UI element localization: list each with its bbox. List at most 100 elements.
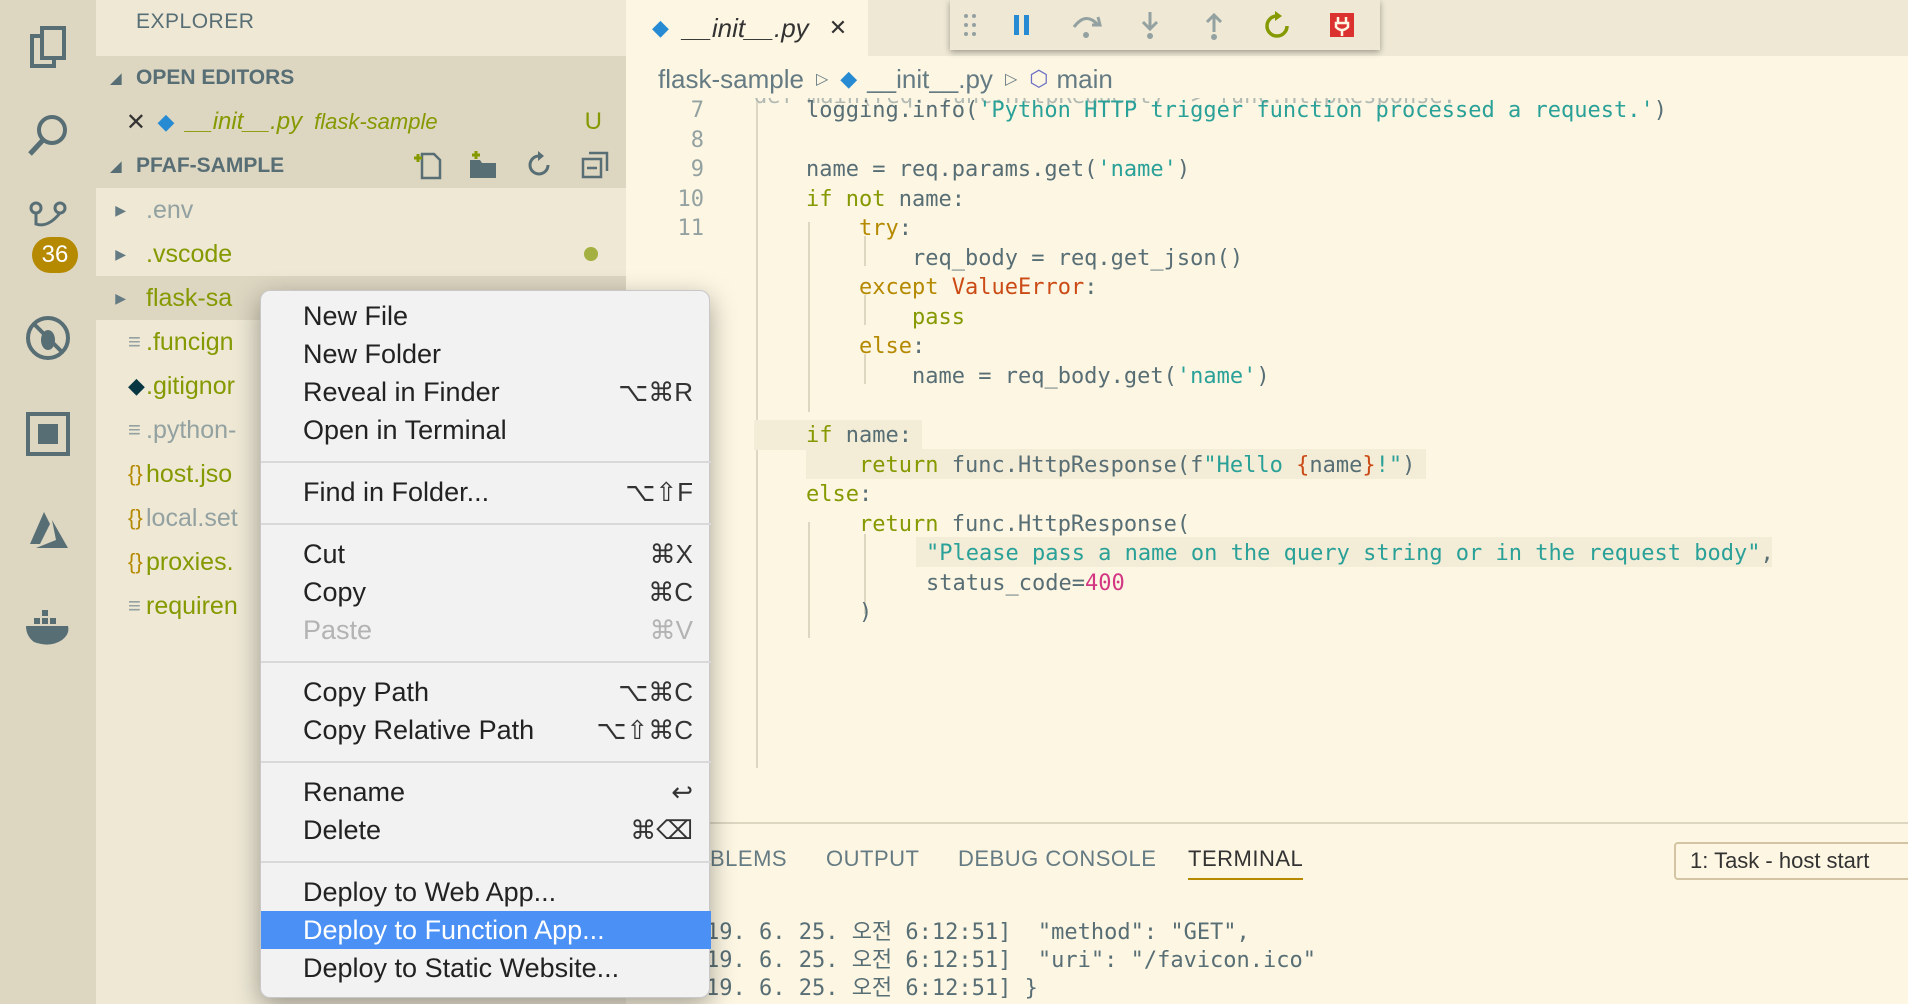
step-out-icon[interactable] [1182, 0, 1246, 50]
open-editors-header[interactable]: ◢ OPEN EDITORS [96, 56, 626, 100]
breadcrumb-file[interactable]: __init__.py [867, 64, 993, 95]
python-file-icon: ◆ [840, 66, 858, 91]
menu-item-rename[interactable]: Rename ↩ [261, 773, 711, 811]
menu-separator [261, 661, 711, 663]
menu-item-cut[interactable]: Cut ⌘X [261, 535, 711, 573]
code-line: return func.HttpResponse(f"Hello {name}!… [859, 453, 1416, 478]
context-menu: New File New Folder Reveal in Finder ⌥⌘R … [260, 290, 711, 998]
disconnect-icon[interactable] [1310, 0, 1374, 50]
menu-separator [261, 523, 711, 525]
new-folder-icon[interactable] [468, 150, 498, 180]
sidebar-title: EXPLORER [136, 10, 255, 33]
menu-item-new-folder[interactable]: New Folder [261, 335, 711, 373]
menu-separator [261, 461, 711, 463]
json-file-icon: {} [128, 461, 143, 486]
menu-item-deploy-function-app[interactable]: Deploy to Function App... [261, 911, 711, 949]
code-line: logging.info('Python HTTP trigger functi… [806, 98, 1667, 123]
drag-handle-icon[interactable] [950, 0, 990, 50]
python-file-icon: ◆ [157, 109, 175, 134]
line-number: 11 [677, 216, 705, 241]
line-number: 10 [677, 187, 705, 212]
json-file-icon: {} [128, 505, 143, 530]
code-line: return func.HttpResponse( [859, 512, 1191, 537]
symbol-method-icon: ⬡ [1029, 66, 1049, 91]
menu-separator [261, 861, 711, 863]
breadcrumb-symbol[interactable]: main [1056, 64, 1112, 95]
json-file-icon: {} [128, 549, 143, 574]
open-editor-item[interactable]: ✕ ◆ __init__.py flask-sample U [96, 100, 626, 144]
scm-badge: 36 [32, 237, 78, 273]
code-line: status_code=400 [926, 571, 1125, 596]
terminal-select[interactable]: 1: Task - host start [1674, 842, 1908, 880]
code-line: req_body = req.get_json() [912, 246, 1244, 271]
close-icon[interactable]: ✕ [96, 108, 146, 137]
indent-guide [808, 522, 810, 638]
search-icon[interactable] [0, 88, 96, 184]
menu-item-find-in-folder[interactable]: Find in Folder... ⌥⇧F [261, 473, 711, 511]
file-lines-icon: ≡ [128, 417, 141, 442]
tree-folder-env[interactable]: ▶ .env [96, 188, 626, 232]
line-number: 7 [690, 98, 704, 123]
tree-folder-vscode[interactable]: ▶ .vscode [96, 232, 626, 276]
git-status-badge: U [584, 108, 602, 135]
code-editor[interactable]: def main(req: func.HttpRequest) -> func.… [626, 98, 1908, 822]
menu-item-deploy-web-app[interactable]: Deploy to Web App... [261, 873, 711, 911]
line-number: 8 [690, 128, 704, 153]
tab-debug-console[interactable]: DEBUG CONSOLE [958, 846, 1156, 872]
file-lines-icon: ≡ [128, 329, 141, 354]
menu-item-delete[interactable]: Delete ⌘⌫ [261, 811, 711, 849]
tab-output[interactable]: OUTPUT [826, 846, 919, 872]
code-line: pass [912, 305, 965, 330]
menu-item-copy-relative-path[interactable]: Copy Relative Path ⌥⇧⌘C [261, 711, 711, 749]
chevron-down-icon: ◢ [110, 69, 122, 86]
python-file-icon: ◆ [652, 15, 669, 40]
chevron-right-icon: ▷ [815, 71, 829, 88]
debug-toolbar [950, 0, 1380, 50]
azure-icon[interactable] [0, 482, 96, 578]
code-line: "Please pass a name on the query string … [926, 541, 1774, 566]
step-into-icon[interactable] [1118, 0, 1182, 50]
docker-icon[interactable] [0, 578, 96, 674]
git-file-icon: ◆ [128, 373, 145, 398]
breadcrumb: flask-sample ▷ ◆ __init__.py ▷ ⬡ main [626, 56, 1908, 102]
menu-item-paste[interactable]: Paste ⌘V [261, 611, 711, 649]
menu-item-reveal-in-finder[interactable]: Reveal in Finder ⌥⌘R [261, 373, 711, 411]
code-line: if name: [806, 423, 912, 448]
close-icon[interactable]: ✕ [829, 15, 847, 41]
step-over-icon[interactable] [1054, 0, 1118, 50]
code-line: else: [859, 334, 926, 359]
explorer-icon[interactable] [0, 0, 96, 96]
line-number: 9 [690, 157, 704, 182]
menu-item-copy-path[interactable]: Copy Path ⌥⌘C [261, 673, 711, 711]
chevron-right-icon: ▶ [115, 289, 126, 306]
extensions-icon[interactable] [0, 386, 96, 482]
tab-init-py[interactable]: ◆ __init__.py ✕ [626, 0, 868, 56]
menu-item-new-file[interactable]: New File [261, 297, 711, 335]
restart-icon[interactable] [1246, 0, 1310, 50]
collapse-all-icon[interactable] [580, 150, 610, 180]
code-line: try: [859, 216, 912, 241]
menu-item-deploy-static-website[interactable]: Deploy to Static Website... [261, 949, 711, 987]
chevron-down-icon: ◢ [110, 157, 122, 174]
menu-item-open-in-terminal[interactable]: Open in Terminal [261, 411, 711, 449]
code-line: name = req_body.get('name') [912, 364, 1270, 389]
chevron-right-icon: ▶ [115, 245, 126, 262]
pause-icon[interactable] [990, 0, 1054, 50]
activity-bar: 36 [0, 0, 96, 1004]
chevron-right-icon: ▶ [115, 201, 126, 218]
refresh-icon[interactable] [524, 150, 554, 180]
tab-problems[interactable]: BLEMS [710, 846, 787, 872]
debug-icon[interactable] [0, 290, 96, 386]
bottom-panel: BLEMS OUTPUT DEBUG CONSOLE TERMINAL 1: T… [626, 822, 1908, 1004]
code-line: name = req.params.get('name') [806, 157, 1191, 182]
file-lines-icon: ≡ [128, 593, 141, 618]
indent-guide [808, 222, 810, 412]
breadcrumb-folder[interactable]: flask-sample [658, 64, 804, 95]
code-line: else: [806, 482, 873, 507]
code-line: except ValueError: [859, 275, 1098, 300]
chevron-right-icon: ▷ [1004, 71, 1018, 88]
new-file-icon[interactable] [414, 150, 444, 180]
menu-item-copy[interactable]: Copy ⌘C [261, 573, 711, 611]
tab-terminal[interactable]: TERMINAL [1188, 846, 1304, 880]
terminal-line: 19. 6. 25. 오전 6:12:51] } [706, 976, 1038, 1001]
